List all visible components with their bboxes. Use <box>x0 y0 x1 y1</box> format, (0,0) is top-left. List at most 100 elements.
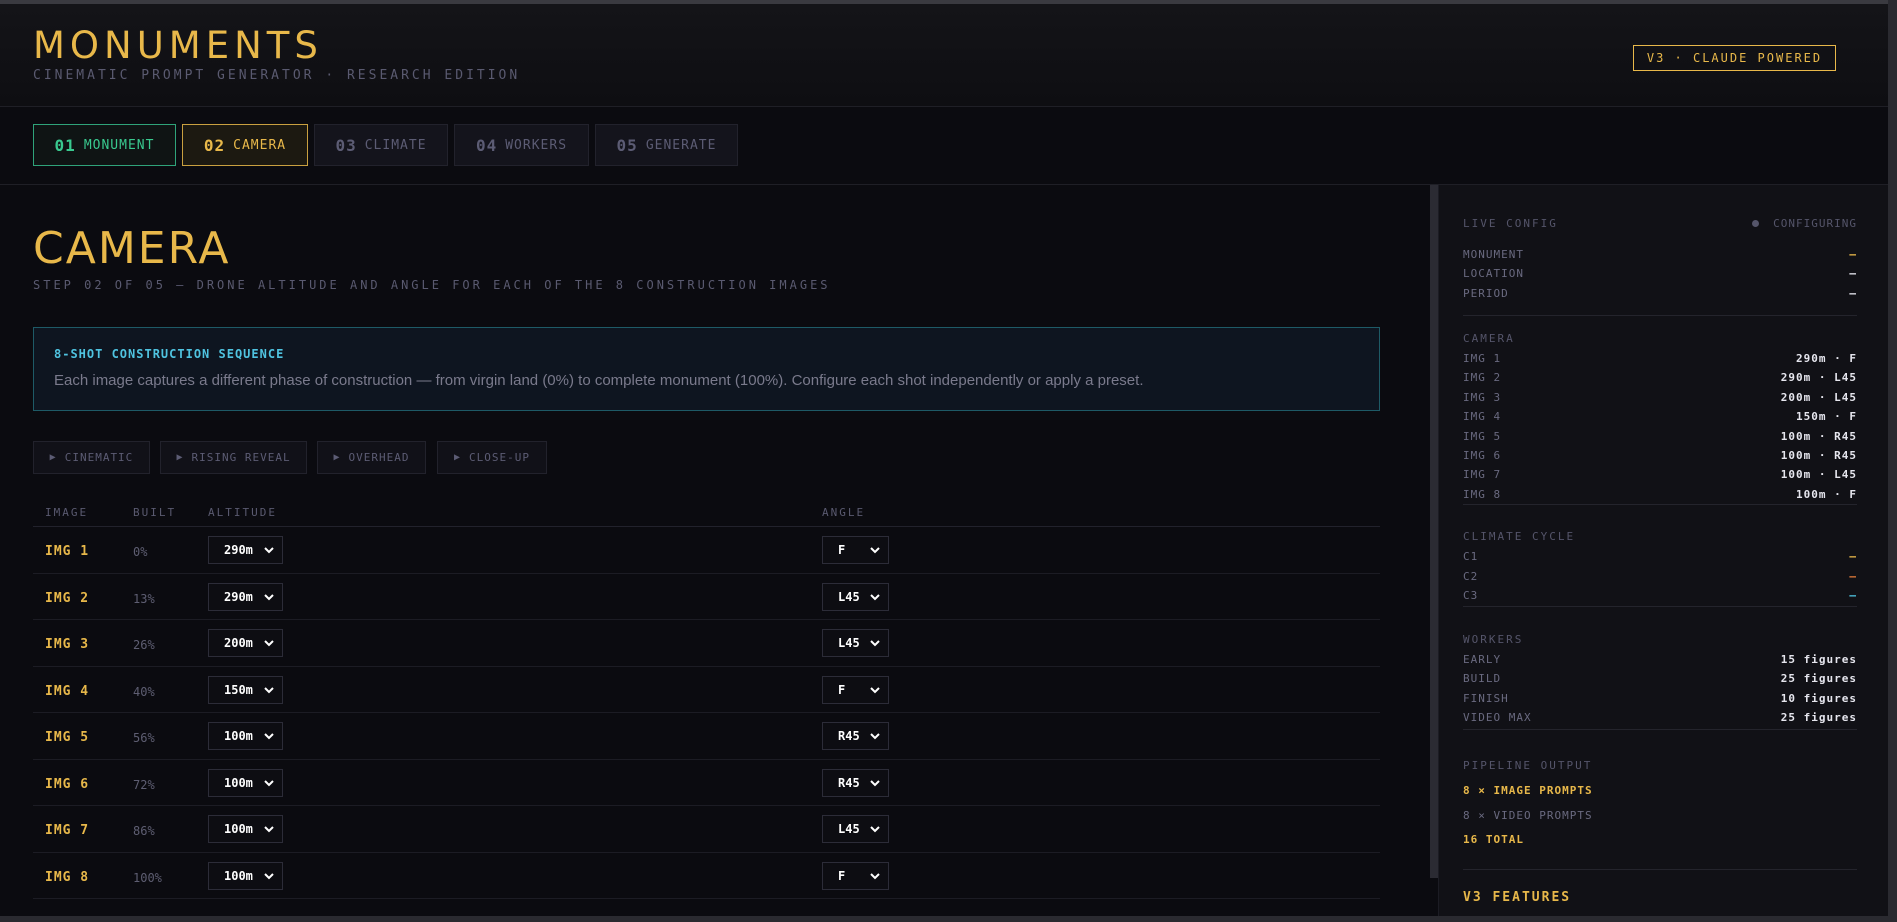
preset-overhead-button[interactable]: ▶ OVERHEAD <box>317 441 426 474</box>
config-key: LOCATION <box>1463 267 1524 280</box>
version-badge: V3 · CLAUDE POWERED <box>1633 45 1836 71</box>
sidebar-divider <box>1463 504 1857 505</box>
config-value: 150m · F <box>1796 410 1857 424</box>
config-value: 100m · R45 <box>1780 449 1857 462</box>
image-label: IMG 4 <box>45 683 90 699</box>
column-header-built: BUILT <box>133 506 177 519</box>
preset-rising-reveal-button[interactable]: ▶ RISING REVEAL <box>160 441 307 474</box>
climate-config-row: C1 — <box>1463 550 1857 566</box>
tab-label: CLIMATE <box>364 137 427 153</box>
app-title: MONUMENTS <box>33 24 323 67</box>
page-title: CAMERA <box>33 223 231 274</box>
camera-config-row: IMG 5 100m · R45 <box>1463 430 1857 446</box>
workers-section-label: WORKERS <box>1463 633 1524 646</box>
angle-select[interactable]: R45 <box>822 722 889 750</box>
preset-label: RISING REVEAL <box>191 451 291 464</box>
angle-select[interactable]: F <box>822 675 889 704</box>
altitude-select[interactable]: 290m <box>208 536 283 564</box>
preset-cinematic-button[interactable]: ▶ CINEMATIC <box>33 441 150 474</box>
main-scrollbar-thumb[interactable] <box>1430 185 1438 878</box>
altitude-select[interactable]: 290m <box>208 582 283 611</box>
tab-monument[interactable]: 01 MONUMENT <box>33 124 176 166</box>
config-key: PERIOD <box>1463 287 1509 300</box>
pipeline-image-prompts: 8 × IMAGE PROMPTS <box>1463 784 1593 797</box>
climate-config-row: C2 — <box>1463 570 1857 586</box>
camera-config-row: IMG 8 100m · F <box>1463 488 1857 504</box>
altitude-select[interactable]: 100m <box>208 861 283 890</box>
altitude-value: 290m <box>224 543 253 557</box>
v3-features-heading: V3 FEATURES <box>1463 890 1572 905</box>
camera-config-row: IMG 2 290m · L45 <box>1463 371 1857 387</box>
tab-number: 01 <box>54 135 76 155</box>
config-value: — <box>1849 248 1857 261</box>
preset-close-up-button[interactable]: ▶ CLOSE-UP <box>437 441 547 474</box>
tab-camera[interactable]: 02 CAMERA <box>182 124 308 166</box>
altitude-select[interactable]: 100m <box>208 768 283 797</box>
table-row: IMG 3 26% 200m L45 <box>33 620 1380 667</box>
image-label: IMG 1 <box>45 544 90 559</box>
altitude-select[interactable]: 200m <box>208 629 283 657</box>
config-key: IMG 2 <box>1463 371 1502 385</box>
tab-label: MONUMENT <box>83 137 155 153</box>
table-row: IMG 5 56% 100m R45 <box>33 713 1380 760</box>
altitude-select[interactable]: 150m <box>208 675 283 704</box>
angle-select[interactable]: L45 <box>822 815 889 843</box>
angle-select[interactable]: L45 <box>822 629 889 657</box>
tab-workers[interactable]: 04 WORKERS <box>454 124 589 166</box>
config-value: — <box>1849 267 1857 280</box>
config-key: IMG 7 <box>1463 468 1502 482</box>
play-icon: ▶ <box>333 452 341 463</box>
column-header-angle: ANGLE <box>822 506 866 519</box>
angle-value: L45 <box>838 636 860 650</box>
built-percent: 86% <box>133 824 155 838</box>
config-value: 15 figures <box>1780 653 1857 666</box>
page-subtitle: STEP 02 OF 05 — DRONE ALTITUDE AND ANGLE… <box>33 278 831 292</box>
tab-number: 02 <box>203 135 226 155</box>
altitude-value: 100m <box>224 822 253 836</box>
config-key: FINISH <box>1463 691 1509 705</box>
altitude-select[interactable]: 100m <box>208 722 283 750</box>
config-key: MONUMENT <box>1463 248 1524 261</box>
altitude-select[interactable]: 100m <box>208 815 283 843</box>
config-key: IMG 8 <box>1463 487 1502 501</box>
angle-value: R45 <box>838 775 860 790</box>
image-label: IMG 5 <box>45 730 90 745</box>
climate-config-row: C3 — <box>1463 589 1857 605</box>
built-percent: 26% <box>133 638 155 652</box>
config-key: IMG 4 <box>1463 410 1502 424</box>
config-row-monument: MONUMENT — <box>1463 248 1857 264</box>
angle-select[interactable]: L45 <box>822 582 889 611</box>
window-bottom-border <box>0 916 1897 922</box>
camera-config-row: IMG 4 150m · F <box>1463 410 1857 426</box>
sidebar-divider <box>1463 606 1857 607</box>
angle-select[interactable]: F <box>822 861 889 890</box>
live-config-sidebar: LIVE CONFIG CONFIGURING MONUMENT — LOCAT… <box>1438 185 1888 922</box>
built-percent: 100% <box>133 870 162 885</box>
table-row: IMG 7 86% 100m L45 <box>33 806 1380 853</box>
altitude-value: 290m <box>224 589 253 604</box>
config-key: C2 <box>1463 569 1479 583</box>
angle-select[interactable]: R45 <box>822 768 889 797</box>
info-box: 8-SHOT CONSTRUCTION SEQUENCE Each image … <box>33 327 1380 411</box>
tab-generate[interactable]: 05 GENERATE <box>595 124 738 166</box>
tab-number: 03 <box>335 135 357 155</box>
image-label: IMG 8 <box>45 869 90 885</box>
camera-config-row: IMG 7 100m · L45 <box>1463 468 1857 484</box>
tab-label: GENERATE <box>645 137 717 153</box>
table-row: IMG 2 13% 290m L45 <box>33 574 1380 620</box>
preset-label: CINEMATIC <box>64 451 134 464</box>
angle-value: L45 <box>838 822 860 836</box>
table-row: IMG 6 72% 100m R45 <box>33 760 1380 806</box>
camera-config-row: IMG 1 290m · F <box>1463 352 1857 368</box>
angle-select[interactable]: F <box>822 536 889 564</box>
config-status: CONFIGURING <box>1749 217 1857 230</box>
config-value: 100m · L45 <box>1780 468 1857 482</box>
table-row: IMG 8 100% 100m F <box>33 853 1380 899</box>
pipeline-video-prompts: 8 × VIDEO PROMPTS <box>1463 809 1593 822</box>
config-key: C3 <box>1463 589 1479 602</box>
tab-label: CAMERA <box>233 137 287 153</box>
tab-climate[interactable]: 03 CLIMATE <box>314 124 448 166</box>
config-value: 10 figures <box>1780 691 1857 705</box>
config-value: 290m · L45 <box>1780 371 1857 385</box>
altitude-value: 200m <box>224 636 253 650</box>
